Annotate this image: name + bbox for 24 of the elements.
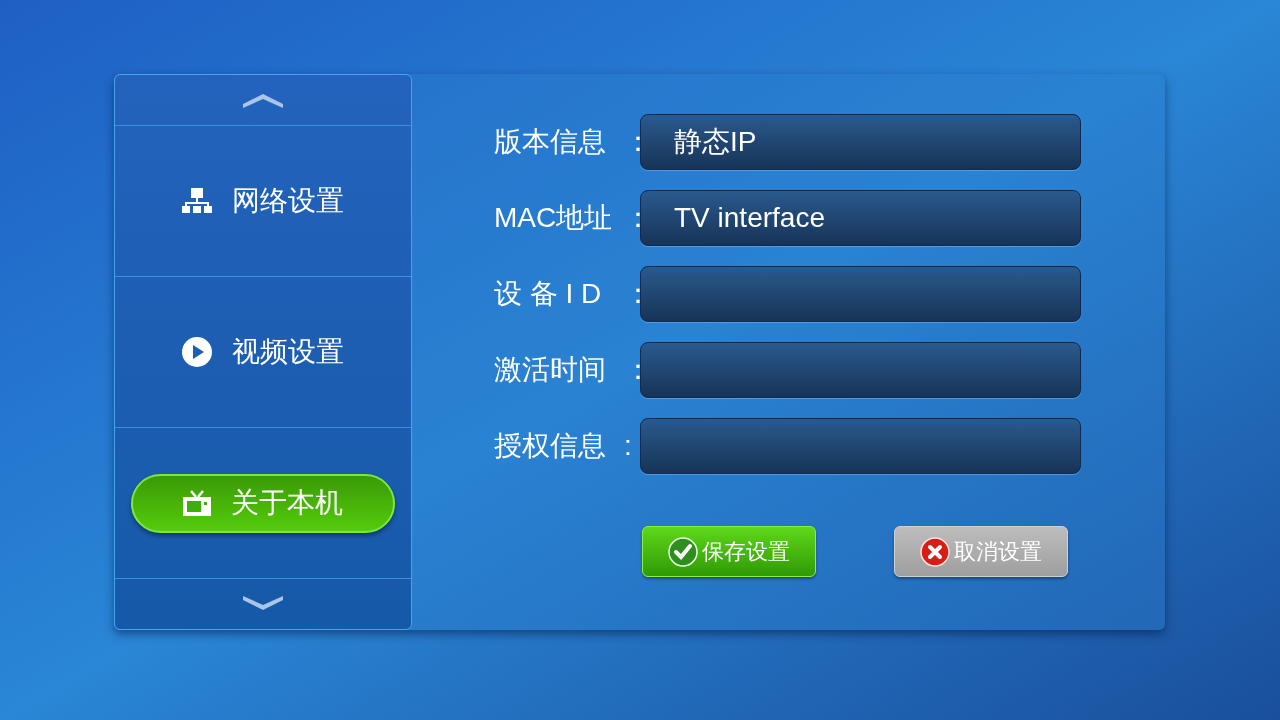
- label-colon: ：: [624, 125, 640, 159]
- input-field[interactable]: [640, 266, 1081, 322]
- play-icon: [182, 337, 212, 367]
- tv-icon: [183, 490, 211, 516]
- input-field[interactable]: [640, 342, 1081, 398]
- network-icon: [182, 188, 212, 214]
- field-label: 激活时间: [494, 353, 607, 387]
- label-colon: ：: [624, 277, 640, 311]
- field-label: 授权信息: [494, 429, 607, 463]
- sidebar-item[interactable]: 视频设置: [166, 323, 360, 381]
- input-field[interactable]: TV interface: [640, 190, 1081, 246]
- field-label: 版本信息: [494, 125, 607, 159]
- close-icon: [920, 536, 950, 567]
- input-field[interactable]: [640, 418, 1081, 474]
- chevron-down-icon[interactable]: [243, 596, 283, 612]
- field-label: 设 备 I D: [494, 277, 603, 311]
- label-colon: :: [624, 429, 633, 463]
- sidebar-item[interactable]: 网络设置: [166, 172, 360, 230]
- check-icon: [668, 536, 698, 567]
- input-field[interactable]: 静态IP: [640, 114, 1081, 170]
- field-label: MAC地址: [494, 201, 614, 235]
- chevron-up-icon[interactable]: [243, 92, 283, 108]
- label-colon: ：: [624, 353, 640, 387]
- label-colon: ：: [624, 201, 640, 235]
